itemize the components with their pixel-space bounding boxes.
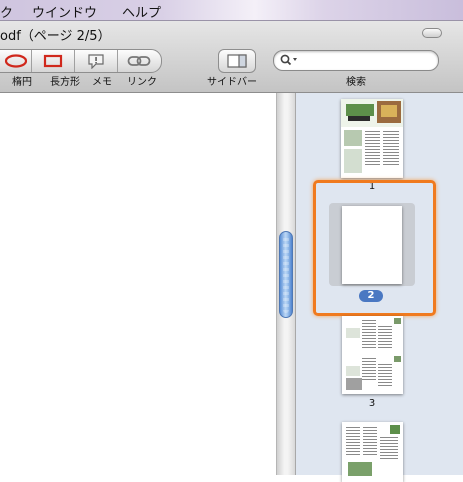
menu-item-help[interactable]: ヘルプ <box>122 2 161 21</box>
page-thumbnail-3[interactable] <box>342 316 403 394</box>
note-icon <box>88 54 104 69</box>
ellipse-tool-label: 楕円 <box>12 77 32 88</box>
ellipse-tool-button[interactable] <box>0 50 32 72</box>
toolbar-toggle-button[interactable] <box>422 28 442 38</box>
search-field[interactable] <box>273 50 439 71</box>
link-tool-button[interactable] <box>118 50 160 72</box>
menu-item-partial[interactable]: ク <box>0 2 13 21</box>
page-thumbnail-1[interactable] <box>341 99 403 178</box>
sidebar-toggle-button[interactable] <box>218 49 256 73</box>
search-input[interactable] <box>300 52 434 69</box>
scrollbar-thumb[interactable] <box>279 231 293 318</box>
page-thumbnail-4[interactable] <box>342 422 403 482</box>
note-tool-button[interactable] <box>75 50 118 72</box>
rectangle-icon <box>43 54 63 68</box>
page-1-preview <box>341 99 403 173</box>
rectangle-tool-button[interactable] <box>32 50 75 72</box>
search-icon <box>280 54 297 66</box>
rectangle-tool-label: 長方形 <box>50 77 80 88</box>
ellipse-icon <box>4 54 28 68</box>
sidebar-label: サイドバー <box>207 77 257 88</box>
menu-item-window[interactable]: ウインドウ <box>32 2 97 21</box>
page-thumbnail-2[interactable] <box>342 206 402 284</box>
page-number-2-badge: 2 <box>359 290 383 302</box>
window-toolbar: odf（ページ 2/5） 楕円 長方形 メモ リンク サイドバー 検索 <box>0 21 463 93</box>
page-3-preview <box>346 318 401 390</box>
document-view[interactable] <box>0 93 276 475</box>
search-label: 検索 <box>346 77 366 88</box>
menu-bar: ク ウインドウ ヘルプ <box>0 0 463 21</box>
link-icon <box>127 56 151 66</box>
sidebar-icon <box>227 54 247 68</box>
annotation-tools <box>0 49 162 73</box>
page-number-3: 3 <box>368 398 376 409</box>
note-tool-label: メモ <box>92 77 112 88</box>
page-4-preview <box>346 425 400 476</box>
link-tool-label: リンク <box>127 77 157 88</box>
window-title: odf（ページ 2/5） <box>0 29 111 44</box>
